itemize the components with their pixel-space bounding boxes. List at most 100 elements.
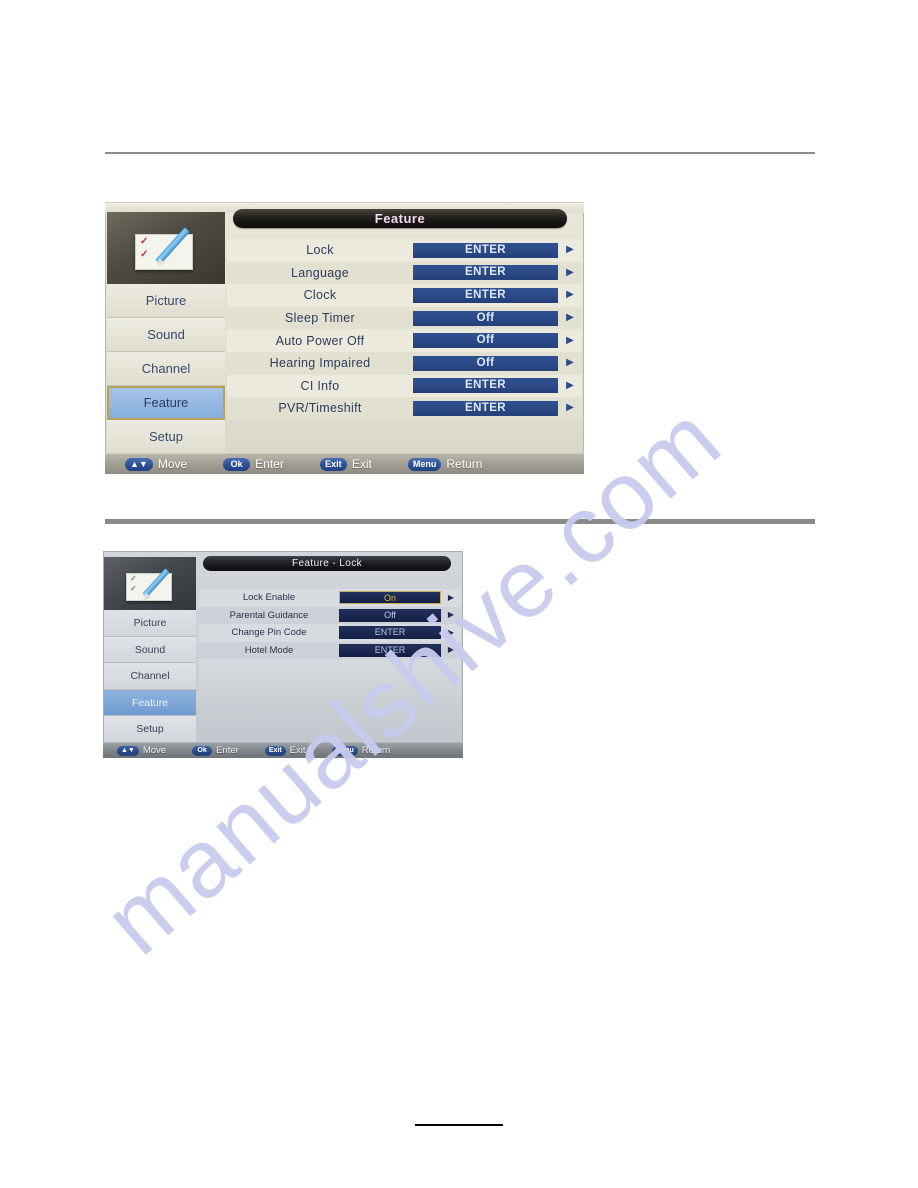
menu-row-value[interactable]: Off bbox=[413, 310, 558, 326]
sidebar-item-feature[interactable]: Feature bbox=[107, 386, 225, 420]
hint-exit: Exit Exit bbox=[264, 745, 306, 756]
chevron-right-icon: ▶ bbox=[566, 266, 574, 278]
osd-title-feature: Feature bbox=[233, 209, 567, 228]
sidebar-item-feature[interactable]: Feature bbox=[104, 689, 196, 716]
menu-row-label: Auto Power Off bbox=[275, 333, 365, 348]
ok-key-icon: Ok bbox=[223, 457, 251, 471]
menu-row-label: Clock bbox=[303, 288, 337, 303]
hint-enter: Ok Enter bbox=[223, 457, 284, 471]
menu-row-label: Lock Enable bbox=[242, 592, 296, 604]
menu-key-icon: Menu bbox=[331, 745, 358, 756]
menu-row-label: Language bbox=[290, 265, 349, 280]
notepad-pencil-icon: ✓ ✓ bbox=[107, 212, 225, 284]
menu-row-value[interactable]: ENTER bbox=[339, 626, 441, 640]
sidebar-item-label: Setup bbox=[136, 723, 164, 735]
sidebar-item-label: Feature bbox=[143, 395, 189, 410]
menu-row-label: Hotel Mode bbox=[244, 644, 294, 656]
menu-row-value[interactable]: On bbox=[339, 591, 441, 605]
osd-hint-bar-feature: ▲▼ Move Ok Enter Exit Exit Menu Return bbox=[105, 453, 584, 474]
exit-key-icon: Exit bbox=[264, 745, 286, 756]
section-rule-middle bbox=[105, 519, 815, 524]
menu-row-label: Parental Guidance bbox=[229, 609, 309, 621]
hint-return: Menu Return bbox=[331, 745, 390, 756]
chevron-right-icon: ▶ bbox=[447, 610, 455, 620]
hint-return: Menu Return bbox=[407, 457, 483, 471]
footer-rule bbox=[415, 1124, 503, 1126]
menu-row-auto-power-off[interactable]: Auto Power Off Off ▶ bbox=[227, 329, 582, 352]
menu-row-value[interactable]: ENTER bbox=[413, 400, 558, 416]
hint-label: Enter bbox=[216, 745, 239, 756]
menu-row-language[interactable]: Language ENTER ▶ bbox=[227, 261, 582, 285]
sidebar-item-sound[interactable]: Sound bbox=[104, 636, 196, 663]
osd-empty-body-area bbox=[199, 659, 461, 741]
menu-row-value[interactable]: ENTER bbox=[339, 643, 441, 657]
sidebar-item-channel[interactable]: Channel bbox=[104, 663, 196, 690]
menu-row-value[interactable]: Off bbox=[339, 608, 441, 622]
notepad-pencil-icon: ✓ ✓ bbox=[104, 557, 196, 610]
hint-label: Exit bbox=[289, 745, 306, 756]
sidebar-item-label: Sound bbox=[147, 327, 185, 342]
menu-row-label: Hearing Impaired bbox=[269, 356, 371, 371]
sidebar-item-setup[interactable]: Setup bbox=[104, 716, 196, 743]
chevron-right-icon: ▶ bbox=[447, 627, 455, 637]
chevron-right-icon: ▶ bbox=[566, 357, 574, 369]
menu-row-value[interactable]: ENTER bbox=[413, 265, 558, 281]
osd-rows-feature-lock: Lock Enable On ▶ Parental Guidance Off ▶… bbox=[199, 589, 461, 659]
osd-screenshot-feature-lock: Feature - Lock ✓ ✓ Picture Sound Channel… bbox=[103, 551, 463, 758]
menu-row-label: Sleep Timer bbox=[285, 311, 355, 326]
sidebar-item-picture[interactable]: Picture bbox=[104, 610, 196, 637]
menu-row-change-pin-code[interactable]: Change Pin Code ENTER ▶ bbox=[199, 624, 461, 642]
chevron-right-icon: ▶ bbox=[566, 334, 574, 346]
updown-arrows-key-icon: ▲▼ bbox=[125, 457, 153, 471]
sidebar-item-picture[interactable]: Picture bbox=[107, 284, 225, 318]
menu-row-label: Change Pin Code bbox=[231, 627, 307, 639]
sidebar-item-label: Feature bbox=[131, 696, 169, 709]
sidebar-item-label: Channel bbox=[130, 670, 170, 682]
menu-row-parental-guidance[interactable]: Parental Guidance Off ▶ bbox=[199, 606, 461, 624]
menu-row-clock[interactable]: Clock ENTER ▶ bbox=[227, 284, 582, 307]
hint-label: Enter bbox=[255, 457, 284, 471]
menu-row-lock[interactable]: Lock ENTER ▶ bbox=[227, 239, 582, 262]
menu-row-hotel-mode[interactable]: Hotel Mode ENTER ▶ bbox=[199, 641, 461, 659]
sidebar-item-label: Channel bbox=[141, 361, 191, 376]
chevron-right-icon: ▶ bbox=[447, 645, 455, 655]
chevron-right-icon: ▶ bbox=[566, 402, 574, 414]
sidebar-item-sound[interactable]: Sound bbox=[107, 318, 225, 352]
hint-label: Return bbox=[446, 457, 483, 471]
hint-enter: Ok Enter bbox=[192, 745, 239, 756]
chevron-right-icon: ▶ bbox=[566, 289, 574, 301]
hint-label: Move bbox=[142, 745, 167, 756]
menu-row-label: CI Info bbox=[300, 378, 340, 393]
menu-row-lock-enable[interactable]: Lock Enable On ▶ bbox=[199, 589, 461, 607]
menu-row-pvr-timeshift[interactable]: PVR/Timeshift ENTER ▶ bbox=[227, 397, 582, 420]
menu-row-value[interactable]: Off bbox=[413, 355, 558, 371]
hint-label: Move bbox=[157, 457, 188, 471]
sidebar-item-channel[interactable]: Channel bbox=[107, 352, 225, 386]
hint-move: ▲▼ Move bbox=[125, 457, 187, 471]
hint-label: Exit bbox=[351, 457, 372, 471]
osd-sidebar-feature-lock: ✓ ✓ Picture Sound Channel Feature Setup bbox=[104, 557, 196, 743]
chevron-right-icon: ▶ bbox=[447, 592, 455, 602]
menu-row-value[interactable]: ENTER bbox=[413, 242, 558, 258]
osd-rows-feature: Lock ENTER ▶ Language ENTER ▶ Clock ENTE… bbox=[227, 239, 582, 420]
menu-row-value[interactable]: ENTER bbox=[413, 287, 558, 303]
menu-row-sleep-timer[interactable]: Sleep Timer Off ▶ bbox=[227, 306, 582, 330]
sidebar-item-setup[interactable]: Setup bbox=[107, 420, 225, 454]
menu-row-label: Lock bbox=[306, 243, 334, 258]
sidebar-item-label: Setup bbox=[149, 429, 183, 444]
header-rule-top bbox=[105, 152, 815, 154]
hint-exit: Exit Exit bbox=[319, 457, 372, 471]
menu-row-ci-info[interactable]: CI Info ENTER ▶ bbox=[227, 374, 582, 398]
osd-hint-bar-feature-lock: ▲▼ Move Ok Enter Exit Exit Menu Return bbox=[103, 742, 463, 758]
menu-row-hearing-impaired[interactable]: Hearing Impaired Off ▶ bbox=[227, 351, 582, 375]
menu-row-value[interactable]: ENTER bbox=[413, 378, 558, 394]
osd-title-feature-lock: Feature - Lock bbox=[203, 556, 451, 571]
sidebar-item-label: Picture bbox=[133, 617, 167, 629]
menu-row-label: PVR/Timeshift bbox=[278, 401, 362, 416]
menu-row-value[interactable]: Off bbox=[413, 333, 558, 349]
sidebar-item-label: Sound bbox=[134, 643, 166, 656]
osd-sidebar-feature: ✓ ✓ Picture Sound Channel Feature Setup bbox=[107, 212, 225, 455]
chevron-right-icon: ▶ bbox=[566, 379, 574, 391]
chevron-right-icon: ▶ bbox=[566, 244, 574, 256]
updown-arrows-key-icon: ▲▼ bbox=[117, 745, 139, 756]
